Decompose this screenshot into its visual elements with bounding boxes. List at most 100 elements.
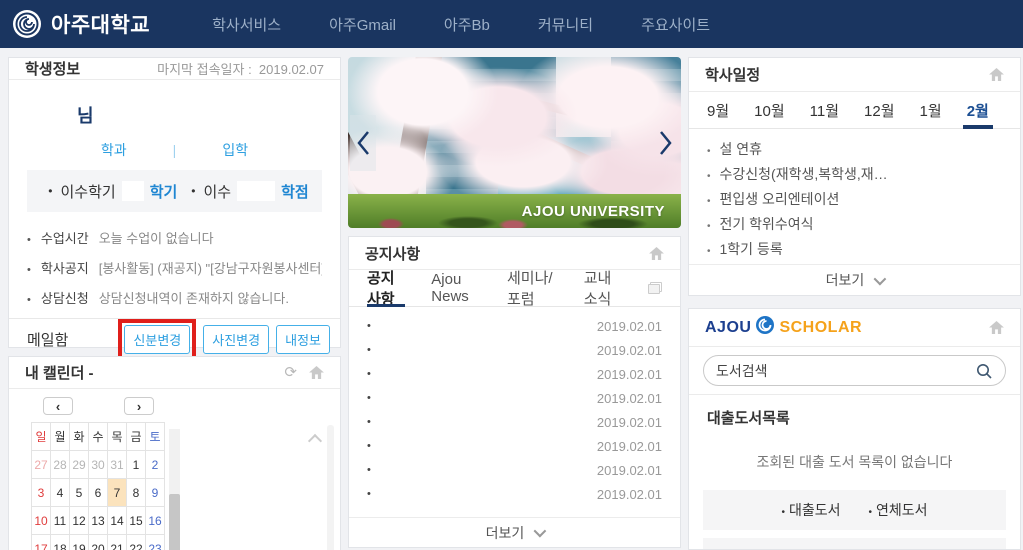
tab-january[interactable]: 1월 xyxy=(920,92,942,128)
home-icon[interactable] xyxy=(309,366,324,379)
notice-list-item[interactable]: •2019.02.01 xyxy=(367,482,662,506)
calendar-prev-button[interactable]: ‹ xyxy=(43,397,73,415)
university-logo[interactable]: 아주대학교 xyxy=(12,9,150,39)
identity-change-button[interactable]: 신분변경 xyxy=(124,325,190,354)
schedule-more-button[interactable]: 더보기 xyxy=(689,264,1020,295)
day-cell[interactable]: 8 xyxy=(127,479,146,507)
tab-seminar-forum[interactable]: 세미나/포럼 xyxy=(507,270,558,306)
schedule-item[interactable]: •1학기 등록 xyxy=(707,239,1002,264)
library-notice-box[interactable]: 공지사항 서 반납 안내 xyxy=(703,538,1006,550)
tab-october[interactable]: 10월 xyxy=(754,92,785,128)
day-cell[interactable]: 22 xyxy=(127,535,146,550)
notice-list-item[interactable]: •2019.02.01 xyxy=(367,386,662,410)
bullet-icon: • xyxy=(367,368,371,380)
day-cell[interactable]: 18 xyxy=(51,535,70,550)
menu-ajou-bb[interactable]: 아주Bb xyxy=(444,14,490,35)
menu-academic-services[interactable]: 학사서비스 xyxy=(212,14,281,35)
day-cell[interactable]: 9 xyxy=(146,479,165,507)
day-cell-today[interactable]: 7 xyxy=(108,479,127,507)
day-cell[interactable]: 3 xyxy=(32,479,51,507)
day-cell[interactable]: 31 xyxy=(108,451,127,479)
day-cell[interactable]: 5 xyxy=(70,479,89,507)
open-new-window-icon[interactable] xyxy=(648,282,662,294)
book-search-input[interactable] xyxy=(716,363,975,379)
tab-november[interactable]: 11월 xyxy=(810,92,839,128)
notice-list-item[interactable]: •2019.02.01 xyxy=(367,338,662,362)
bullet-icon: • xyxy=(707,146,711,157)
calendar-body: ‹ › 일 월 화 수 목 금 토 xyxy=(9,389,340,550)
top-navbar: 아주대학교 학사서비스 아주Gmail 아주Bb 커뮤니티 주요사이트 xyxy=(0,0,1023,48)
tab-notice[interactable]: 공지사항 xyxy=(367,270,405,306)
photo-change-button[interactable]: 사진변경 xyxy=(203,325,269,354)
notice-more-button[interactable]: 더보기 xyxy=(349,517,680,547)
day-cell[interactable]: 6 xyxy=(89,479,108,507)
schedule-item[interactable]: •수강신청(재학생,복학생,재… xyxy=(707,164,1002,189)
loan-empty-message: 조회된 대출 도서 목록이 없습니다 xyxy=(703,452,1006,472)
day-cell[interactable]: 30 xyxy=(89,451,108,479)
day-cell[interactable]: 23 xyxy=(146,535,165,550)
home-icon[interactable] xyxy=(989,321,1004,334)
day-cell[interactable]: 13 xyxy=(89,507,108,535)
day-cell[interactable]: 12 xyxy=(70,507,89,535)
day-cell[interactable]: 15 xyxy=(127,507,146,535)
class-time-row[interactable]: • 수업시간 오늘 수업이 없습니다 xyxy=(27,228,322,247)
home-icon[interactable] xyxy=(989,68,1004,81)
panel-scrollbar-track[interactable] xyxy=(327,425,334,550)
carousel-prev-icon[interactable] xyxy=(350,115,376,171)
calendar-title: 내 캘린더 - xyxy=(25,362,94,383)
day-cell[interactable]: 4 xyxy=(51,479,70,507)
notice-date: 2019.02.01 xyxy=(597,343,662,358)
mailbox-link[interactable]: 메일함 xyxy=(27,329,68,350)
tab-september[interactable]: 9월 xyxy=(707,92,729,128)
home-icon[interactable] xyxy=(649,247,664,260)
day-cell[interactable]: 17 xyxy=(32,535,51,550)
department-link[interactable]: 학과 xyxy=(101,140,127,160)
day-cell[interactable]: 2 xyxy=(146,451,165,479)
scroll-up-chevron-icon[interactable] xyxy=(308,431,322,445)
carousel-next-icon[interactable] xyxy=(653,115,679,171)
day-cell[interactable]: 28 xyxy=(51,451,70,479)
day-cell[interactable]: 29 xyxy=(70,451,89,479)
menu-ajou-gmail[interactable]: 아주Gmail xyxy=(329,14,396,35)
day-cell[interactable]: 21 xyxy=(108,535,127,550)
menu-major-sites[interactable]: 주요사이트 xyxy=(641,14,710,35)
loan-list-title: 대출도서목록 xyxy=(703,407,1006,428)
day-cell[interactable]: 19 xyxy=(70,535,89,550)
day-cell[interactable]: 10 xyxy=(32,507,51,535)
notice-list-item[interactable]: •2019.02.01 xyxy=(367,458,662,482)
highlight-red-box: 신분변경 xyxy=(118,319,196,360)
menu-community[interactable]: 커뮤니티 xyxy=(538,14,593,35)
day-cell[interactable]: 20 xyxy=(89,535,108,550)
overdue-books-link[interactable]: •연체도서 xyxy=(869,500,928,520)
weekday-wed: 수 xyxy=(89,423,108,451)
search-button[interactable] xyxy=(975,362,993,380)
day-cell[interactable]: 1 xyxy=(127,451,146,479)
refresh-icon[interactable]: ⟳ xyxy=(284,365,297,380)
ajou-scholar-logo[interactable]: AJOU SCHOLAR xyxy=(705,315,862,340)
tab-february[interactable]: 2월 xyxy=(967,92,989,128)
schedule-item[interactable]: •전기 학위수여식 xyxy=(707,214,1002,239)
tab-campus-news[interactable]: 교내소식 xyxy=(584,270,622,306)
schedule-item[interactable]: •편입생 오리엔테이션 xyxy=(707,189,1002,214)
notice-list-item[interactable]: •2019.02.01 xyxy=(367,434,662,458)
day-cell[interactable]: 27 xyxy=(32,451,51,479)
calendar-scrollbar-thumb[interactable] xyxy=(169,494,180,550)
my-info-button[interactable]: 내정보 xyxy=(276,325,330,354)
calendar-next-button[interactable]: › xyxy=(124,397,154,415)
admission-link[interactable]: 입학 xyxy=(222,140,248,160)
day-cell[interactable]: 16 xyxy=(146,507,165,535)
counseling-label: 상담신청 xyxy=(41,288,89,307)
student-status-rows: • 수업시간 오늘 수업이 없습니다 • 학사공지 [봉사활동] (재공지) "… xyxy=(27,228,322,307)
tab-ajou-news[interactable]: Ajou News xyxy=(431,270,481,306)
academic-notice-row[interactable]: • 학사공지 [봉사활동] (재공지) "[강남구자원봉사센터]… xyxy=(27,258,322,277)
counseling-row[interactable]: • 상담신청 상담신청내역이 존재하지 않습니다. xyxy=(27,288,322,307)
notice-list-item[interactable]: •2019.02.01 xyxy=(367,362,662,386)
tab-december[interactable]: 12월 xyxy=(864,92,895,128)
day-cell[interactable]: 14 xyxy=(108,507,127,535)
search-icon xyxy=(975,362,993,380)
day-cell[interactable]: 11 xyxy=(51,507,70,535)
schedule-item[interactable]: •설 연휴 xyxy=(707,139,1002,164)
notice-list-item[interactable]: •2019.02.01 xyxy=(367,410,662,434)
borrowed-books-link[interactable]: •대출도서 xyxy=(781,500,840,520)
notice-list-item[interactable]: •2019.02.01 xyxy=(367,314,662,338)
